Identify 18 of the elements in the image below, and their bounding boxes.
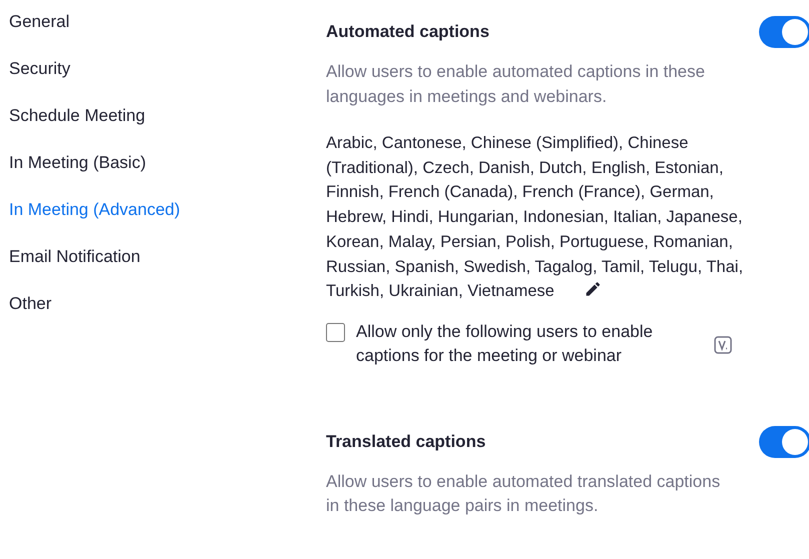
- checkbox-label: Allow only the following users to enable captions for the meeting or webinar: [356, 320, 654, 368]
- edit-icon[interactable]: [584, 280, 602, 298]
- toggle-switch[interactable]: [759, 426, 809, 458]
- toggle-switch[interactable]: [759, 16, 809, 48]
- sidebar-item[interactable]: In Meeting (Advanced): [9, 198, 326, 222]
- setting-title: Automated captions: [326, 21, 490, 43]
- sidebar-item[interactable]: Schedule Meeting: [9, 104, 326, 128]
- sidebar-item[interactable]: Other: [9, 292, 326, 316]
- setting-description: Allow users to enable automated translated captions in these language pairs in meetings.: [326, 470, 722, 518]
- verified-icon[interactable]: [714, 336, 732, 354]
- sidebar-item[interactable]: In Meeting (Basic): [9, 151, 326, 175]
- language-list: Arabic, Cantonese, Chinese (Simplified), Chinese (Traditional), Czech, Danish, Dutch, English, Estonian, Finnish, French (Canada), French (France), German, Hebrew, Hindi, Hungarian, Indonesian, Italian, Japanese, Korean, Malay, Persian, Polish, Portuguese, Romanian, Russian, Spanish, Swedish, Tagalog, Tamil, Telugu, Thai, Turkish, Ukrainian, Vietnamese: [326, 131, 758, 304]
- sidebar-item[interactable]: Email Notification: [9, 245, 326, 269]
- sidebar-item[interactable]: Security: [9, 57, 326, 81]
- sidebar-item[interactable]: General: [9, 10, 326, 34]
- setting-description: Allow users to enable automated captions in these languages in meetings and webinars.: [326, 61, 706, 108]
- setting-title: Translated captions: [326, 430, 486, 453]
- checkbox[interactable]: [326, 322, 345, 342]
